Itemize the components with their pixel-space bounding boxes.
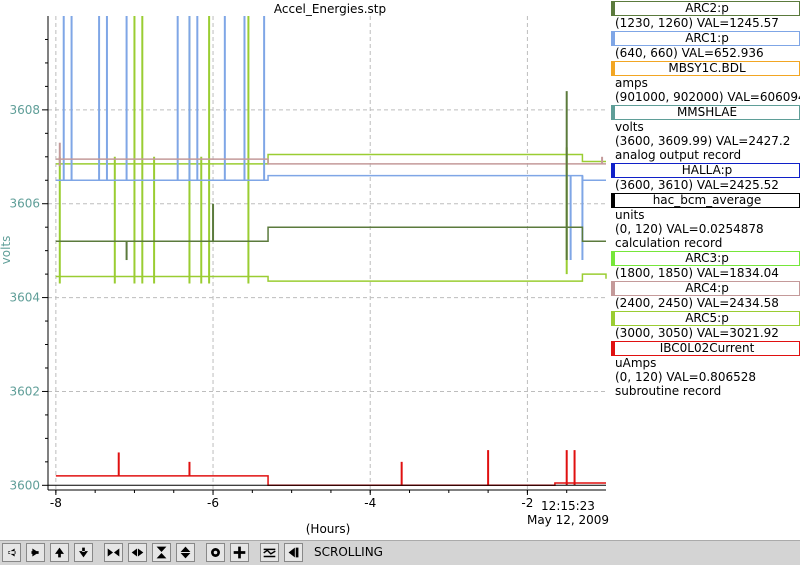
x-axis-label: (Hours) [306, 522, 351, 536]
legend-series-name[interactable]: IBC0L02Current [611, 341, 800, 356]
autoscale-button[interactable] [260, 543, 279, 562]
legend-entry: ARC1:p (640, 660) VAL=652.936 [609, 31, 800, 60]
legend-detail: volts [615, 120, 644, 134]
legend-entry: ARC5:p (3000, 3050) VAL=3021.92 [609, 311, 800, 340]
shrink-horizontal-icon [131, 548, 144, 557]
legend-entry: hac_bcm_average units (0, 120) VAL=0.02548… [609, 193, 800, 250]
expand-horizontal-icon [107, 548, 120, 557]
y-tick-label: 3606 [9, 197, 40, 211]
legend-series-name[interactable]: HALLA:p [611, 163, 800, 178]
y-tick-label: 3600 [9, 478, 40, 492]
legend-entry: ARC4:p (2400, 2450) VAL=2434.58 [609, 281, 800, 310]
legend: ARC2:p (1230, 1260) VAL=1245.57 ARC1:p (640… [609, 0, 800, 538]
y-axis-label: volts [0, 236, 13, 265]
legend-detail: units [615, 208, 645, 222]
legend-detail: (0, 120) VAL=0.0254878 [615, 222, 764, 236]
x-tick-label: -2 [521, 496, 533, 510]
legend-detail: (2400, 2450) VAL=2434.58 [615, 296, 779, 310]
plot-area: Accel_Energies.stp 3600 3602 3604 3606 3608 -… [0, 2, 609, 536]
expand-vertical-button[interactable] [152, 543, 171, 562]
autoscale-icon [263, 548, 276, 558]
legend-entry: MBSY1C.BDL amps (901000, 902000) VAL=60609… [609, 61, 800, 104]
legend-detail: calculation record [615, 236, 723, 250]
legend-entry: IBC0L02Current uAmps (0, 120) VAL=0.806528… [609, 341, 800, 398]
legend-series-name[interactable]: ARC4:p [611, 281, 800, 296]
legend-detail: (640, 660) VAL=652.936 [615, 46, 764, 60]
legend-detail: (901000, 902000) VAL=606094 [615, 90, 800, 104]
scrolling-status-label: SCROLLING [314, 545, 383, 559]
x-tick-label: -4 [364, 496, 376, 510]
plus-icon [233, 546, 246, 559]
arrow-right-icon [31, 548, 39, 557]
series-line-arc1-p [55, 174, 606, 182]
plus-button[interactable] [230, 543, 249, 562]
x-tick-label: -6 [207, 496, 219, 510]
record-button[interactable] [206, 543, 225, 562]
legend-detail: (1800, 1850) VAL=1834.04 [615, 266, 779, 280]
end-time-label: 12:15:23 [541, 499, 595, 513]
arrow-right-button[interactable] [26, 543, 45, 562]
legend-series-name[interactable]: ARC3:p [611, 251, 800, 266]
arrow-up-icon [55, 547, 64, 558]
legend-series-name[interactable]: hac_bcm_average [611, 193, 800, 208]
arrow-down-button[interactable] [74, 543, 93, 562]
y-tick-label: 3608 [9, 103, 40, 117]
legend-series-name[interactable]: ARC1:p [611, 31, 800, 46]
legend-series-name[interactable]: ARC2:p [611, 1, 800, 16]
legend-detail: analog output record [615, 148, 742, 162]
legend-detail: subroutine record [615, 384, 722, 398]
legend-detail: (3600, 3610) VAL=2425.52 [615, 178, 779, 192]
legend-detail: (1230, 1260) VAL=1245.57 [615, 16, 779, 30]
arrow-down-icon [79, 547, 88, 558]
legend-entry: MMSHLAE volts (3600, 3609.99) VAL=2427.2 an… [609, 105, 800, 162]
shrink-horizontal-button[interactable] [128, 543, 147, 562]
y-tick-label: 3604 [9, 291, 40, 305]
legend-series-name[interactable]: ARC5:p [611, 311, 800, 326]
expand-horizontal-button[interactable] [104, 543, 123, 562]
x-tick-label: -8 [50, 496, 62, 510]
series-line-ibc0l02current [55, 475, 606, 487]
y-tick-label: 3602 [9, 384, 40, 398]
legend-entry: ARC2:p (1230, 1260) VAL=1245.57 [609, 1, 800, 30]
expand-vertical-icon [156, 546, 167, 559]
jump-to-end-button[interactable] [284, 543, 303, 562]
series-layer [48, 16, 607, 487]
legend-series-name[interactable]: MBSY1C.BDL [611, 61, 800, 76]
end-date-label: May 12, 2009 [527, 513, 609, 527]
legend-entry: HALLA:p (3600, 3610) VAL=2425.52 [609, 163, 800, 192]
legend-detail: uAmps [615, 356, 657, 370]
legend-series-name[interactable]: MMSHLAE [611, 105, 800, 120]
jump-to-end-icon [288, 547, 299, 558]
shrink-vertical-button[interactable] [176, 543, 195, 562]
legend-detail: (3000, 3050) VAL=3021.92 [615, 326, 779, 340]
record-icon [211, 548, 220, 557]
arrow-left-icon [8, 548, 16, 557]
series-line-arc3-p [55, 273, 607, 282]
chart-title: Accel_Energies.stp [274, 2, 386, 16]
legend-detail: amps [615, 76, 648, 90]
grid [48, 16, 606, 490]
legend-detail: (3600, 3609.99) VAL=2427.2 [615, 134, 791, 148]
arrow-left-button[interactable] [2, 543, 21, 562]
arrow-up-button[interactable] [50, 543, 69, 562]
legend-detail: (0, 120) VAL=0.806528 [615, 370, 756, 384]
legend-entry: ARC3:p (1800, 1850) VAL=1834.04 [609, 251, 800, 280]
series-line-arc2-p [55, 226, 606, 243]
toolbar: SCROLLING [0, 540, 800, 565]
shrink-vertical-icon [180, 546, 191, 559]
